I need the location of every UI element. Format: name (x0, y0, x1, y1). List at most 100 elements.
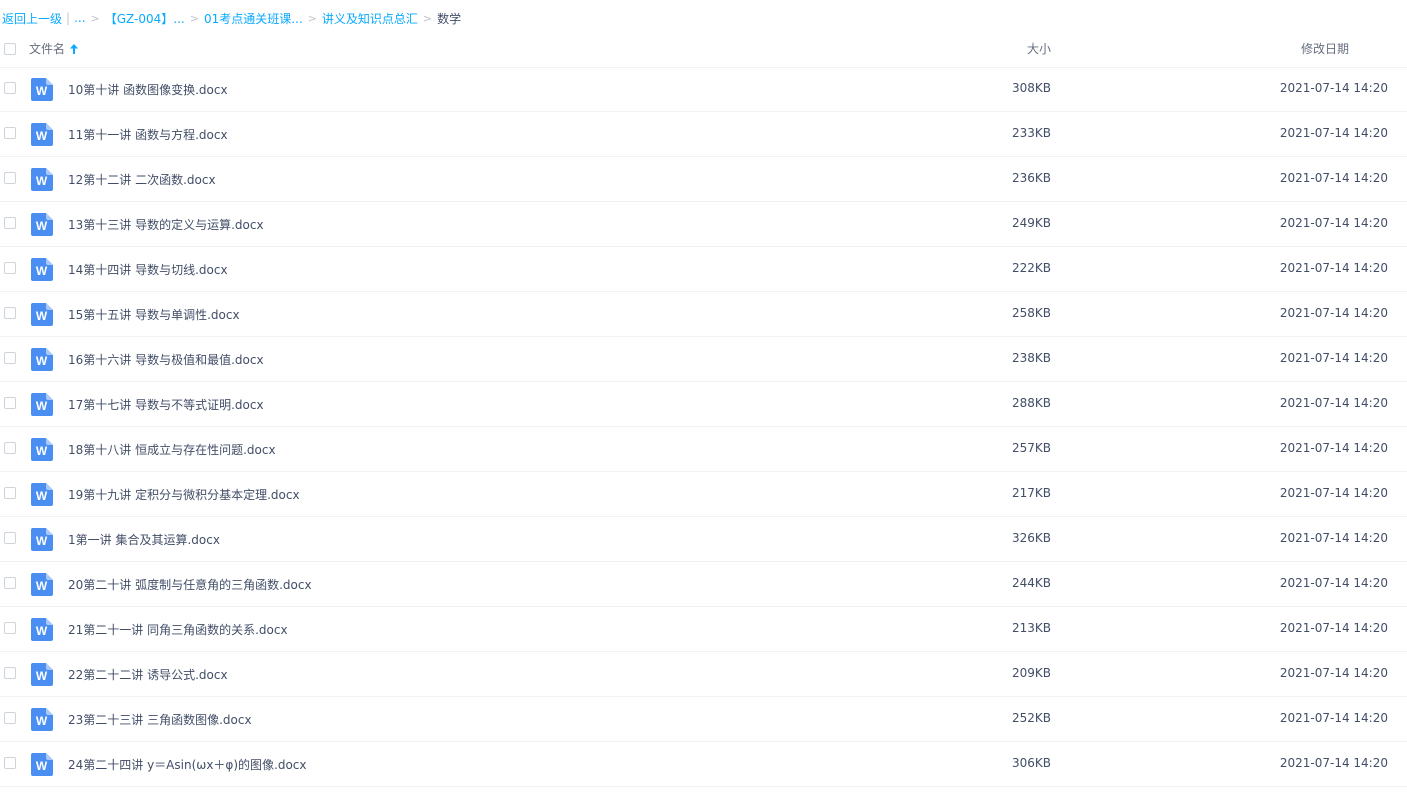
file-name[interactable]: 10第十讲 函数图像变换.docx (68, 81, 228, 98)
file-name[interactable]: 11第十一讲 函数与方程.docx (68, 126, 228, 143)
file-size: 213KB (1011, 621, 1051, 635)
file-name[interactable]: 23第二十三讲 三角函数图像.docx (68, 711, 252, 728)
file-row[interactable]: W 12第十二讲 二次函数.docx 236KB 2021-07-14 14:2… (0, 157, 1407, 202)
word-file-icon: W (31, 753, 53, 776)
file-size: 222KB (1011, 261, 1051, 275)
svg-text:W: W (36, 354, 48, 368)
file-row[interactable]: W 19第十九讲 定积分与微积分基本定理.docx 217KB 2021-07-… (0, 472, 1407, 517)
file-modified-date: 2021-07-14 14:20 (1279, 666, 1388, 680)
breadcrumb-item-notes[interactable]: 讲义及知识点总汇 (322, 10, 418, 27)
row-checkbox[interactable] (4, 667, 16, 679)
file-size: 308KB (1011, 81, 1051, 95)
file-size: 209KB (1011, 666, 1051, 680)
svg-text:W: W (36, 669, 48, 683)
file-size: 288KB (1011, 396, 1051, 410)
file-size: 249KB (1011, 216, 1051, 230)
file-name[interactable]: 20第二十讲 弧度制与任意角的三角函数.docx (68, 576, 312, 593)
file-name[interactable]: 13第十三讲 导数的定义与运算.docx (68, 216, 264, 233)
row-checkbox[interactable] (4, 487, 16, 499)
row-checkbox[interactable] (4, 127, 16, 139)
breadcrumb-divider: | (66, 11, 71, 25)
file-row[interactable]: W 17第十七讲 导数与不等式证明.docx 288KB 2021-07-14 … (0, 382, 1407, 427)
word-file-icon: W (31, 663, 53, 686)
row-checkbox[interactable] (4, 307, 16, 319)
file-size: 326KB (1011, 531, 1051, 545)
file-row[interactable]: W 16第十六讲 导数与极值和最值.docx 238KB 2021-07-14 … (0, 337, 1407, 382)
file-modified-date: 2021-07-14 14:20 (1279, 306, 1388, 320)
sort-ascending-icon[interactable] (69, 43, 79, 55)
file-name[interactable]: 17第十七讲 导数与不等式证明.docx (68, 396, 264, 413)
word-file-icon: W (31, 393, 53, 416)
column-header-size[interactable]: 大小 (1027, 40, 1051, 57)
svg-text:W: W (36, 534, 48, 548)
file-modified-date: 2021-07-14 14:20 (1279, 171, 1388, 185)
row-checkbox[interactable] (4, 352, 16, 364)
svg-text:W: W (36, 444, 48, 458)
row-checkbox[interactable] (4, 622, 16, 634)
svg-text:W: W (36, 759, 48, 773)
row-checkbox[interactable] (4, 217, 16, 229)
file-row[interactable]: W 24第二十四讲 y＝Asin(ωx＋φ)的图像.docx 306KB 202… (0, 742, 1407, 787)
file-row[interactable]: W 21第二十一讲 同角三角函数的关系.docx 213KB 2021-07-1… (0, 607, 1407, 652)
row-checkbox[interactable] (4, 532, 16, 544)
row-checkbox[interactable] (4, 397, 16, 409)
file-name[interactable]: 21第二十一讲 同角三角函数的关系.docx (68, 621, 288, 638)
file-modified-date: 2021-07-14 14:20 (1279, 441, 1388, 455)
file-modified-date: 2021-07-14 14:20 (1279, 216, 1388, 230)
select-all-checkbox[interactable] (4, 43, 16, 55)
column-header-date[interactable]: 修改日期 (1301, 40, 1349, 57)
file-row[interactable]: W 22第二十二讲 诱导公式.docx 209KB 2021-07-14 14:… (0, 652, 1407, 697)
file-row[interactable]: W 15第十五讲 导数与单调性.docx 258KB 2021-07-14 14… (0, 292, 1407, 337)
row-checkbox[interactable] (4, 172, 16, 184)
file-modified-date: 2021-07-14 14:20 (1279, 711, 1388, 725)
word-file-icon: W (31, 168, 53, 191)
word-file-icon: W (31, 573, 53, 596)
row-checkbox[interactable] (4, 712, 16, 724)
breadcrumb-item-gz004[interactable]: 【GZ-004】... (105, 10, 185, 27)
row-checkbox[interactable] (4, 757, 16, 769)
file-size: 244KB (1011, 576, 1051, 590)
breadcrumb-ellipsis[interactable]: ... (74, 11, 85, 25)
svg-text:W: W (36, 129, 48, 143)
file-size: 236KB (1011, 171, 1051, 185)
breadcrumb: 返回上一级 | ... > 【GZ-004】... > 01考点通关班课... … (2, 9, 461, 27)
file-name[interactable]: 22第二十二讲 诱导公式.docx (68, 666, 228, 683)
breadcrumb-separator-icon: > (90, 11, 100, 25)
row-checkbox[interactable] (4, 442, 16, 454)
file-row[interactable]: W 13第十三讲 导数的定义与运算.docx 249KB 2021-07-14 … (0, 202, 1407, 247)
file-name[interactable]: 14第十四讲 导数与切线.docx (68, 261, 228, 278)
row-checkbox[interactable] (4, 262, 16, 274)
column-header-name-label: 文件名 (29, 42, 66, 56)
file-name[interactable]: 16第十六讲 导数与极值和最值.docx (68, 351, 264, 368)
svg-text:W: W (36, 264, 48, 278)
file-list: W 10第十讲 函数图像变换.docx 308KB 2021-07-14 14:… (0, 67, 1407, 787)
word-file-icon: W (31, 258, 53, 281)
column-header-name[interactable]: 文件名 (29, 40, 79, 57)
row-checkbox[interactable] (4, 577, 16, 589)
word-file-icon: W (31, 483, 53, 506)
file-row[interactable]: W 14第十四讲 导数与切线.docx 222KB 2021-07-14 14:… (0, 247, 1407, 292)
breadcrumb-item-course[interactable]: 01考点通关班课... (204, 10, 303, 27)
file-row[interactable]: W 11第十一讲 函数与方程.docx 233KB 2021-07-14 14:… (0, 112, 1407, 157)
file-name[interactable]: 1第一讲 集合及其运算.docx (68, 531, 220, 548)
file-size: 233KB (1011, 126, 1051, 140)
file-row[interactable]: W 23第二十三讲 三角函数图像.docx 252KB 2021-07-14 1… (0, 697, 1407, 742)
breadcrumb-separator-icon: > (422, 11, 433, 25)
file-name[interactable]: 12第十二讲 二次函数.docx (68, 171, 216, 188)
breadcrumb-separator-icon: > (307, 11, 317, 25)
file-row[interactable]: W 1第一讲 集合及其运算.docx 326KB 2021-07-14 14:2… (0, 517, 1407, 562)
file-modified-date: 2021-07-14 14:20 (1279, 486, 1388, 500)
file-name[interactable]: 15第十五讲 导数与单调性.docx (68, 306, 240, 323)
back-link[interactable]: 返回上一级 (2, 10, 62, 27)
file-browser: 返回上一级 | ... > 【GZ-004】... > 01考点通关班课... … (0, 0, 1407, 792)
file-name[interactable]: 18第十八讲 恒成立与存在性问题.docx (68, 441, 276, 458)
file-name[interactable]: 19第十九讲 定积分与微积分基本定理.docx (68, 486, 300, 503)
word-file-icon: W (31, 123, 53, 146)
svg-text:W: W (36, 624, 48, 638)
file-name[interactable]: 24第二十四讲 y＝Asin(ωx＋φ)的图像.docx (68, 756, 307, 773)
file-modified-date: 2021-07-14 14:20 (1279, 576, 1388, 590)
row-checkbox[interactable] (4, 82, 16, 94)
file-row[interactable]: W 20第二十讲 弧度制与任意角的三角函数.docx 244KB 2021-07… (0, 562, 1407, 607)
file-row[interactable]: W 10第十讲 函数图像变换.docx 308KB 2021-07-14 14:… (0, 67, 1407, 112)
file-row[interactable]: W 18第十八讲 恒成立与存在性问题.docx 257KB 2021-07-14… (0, 427, 1407, 472)
